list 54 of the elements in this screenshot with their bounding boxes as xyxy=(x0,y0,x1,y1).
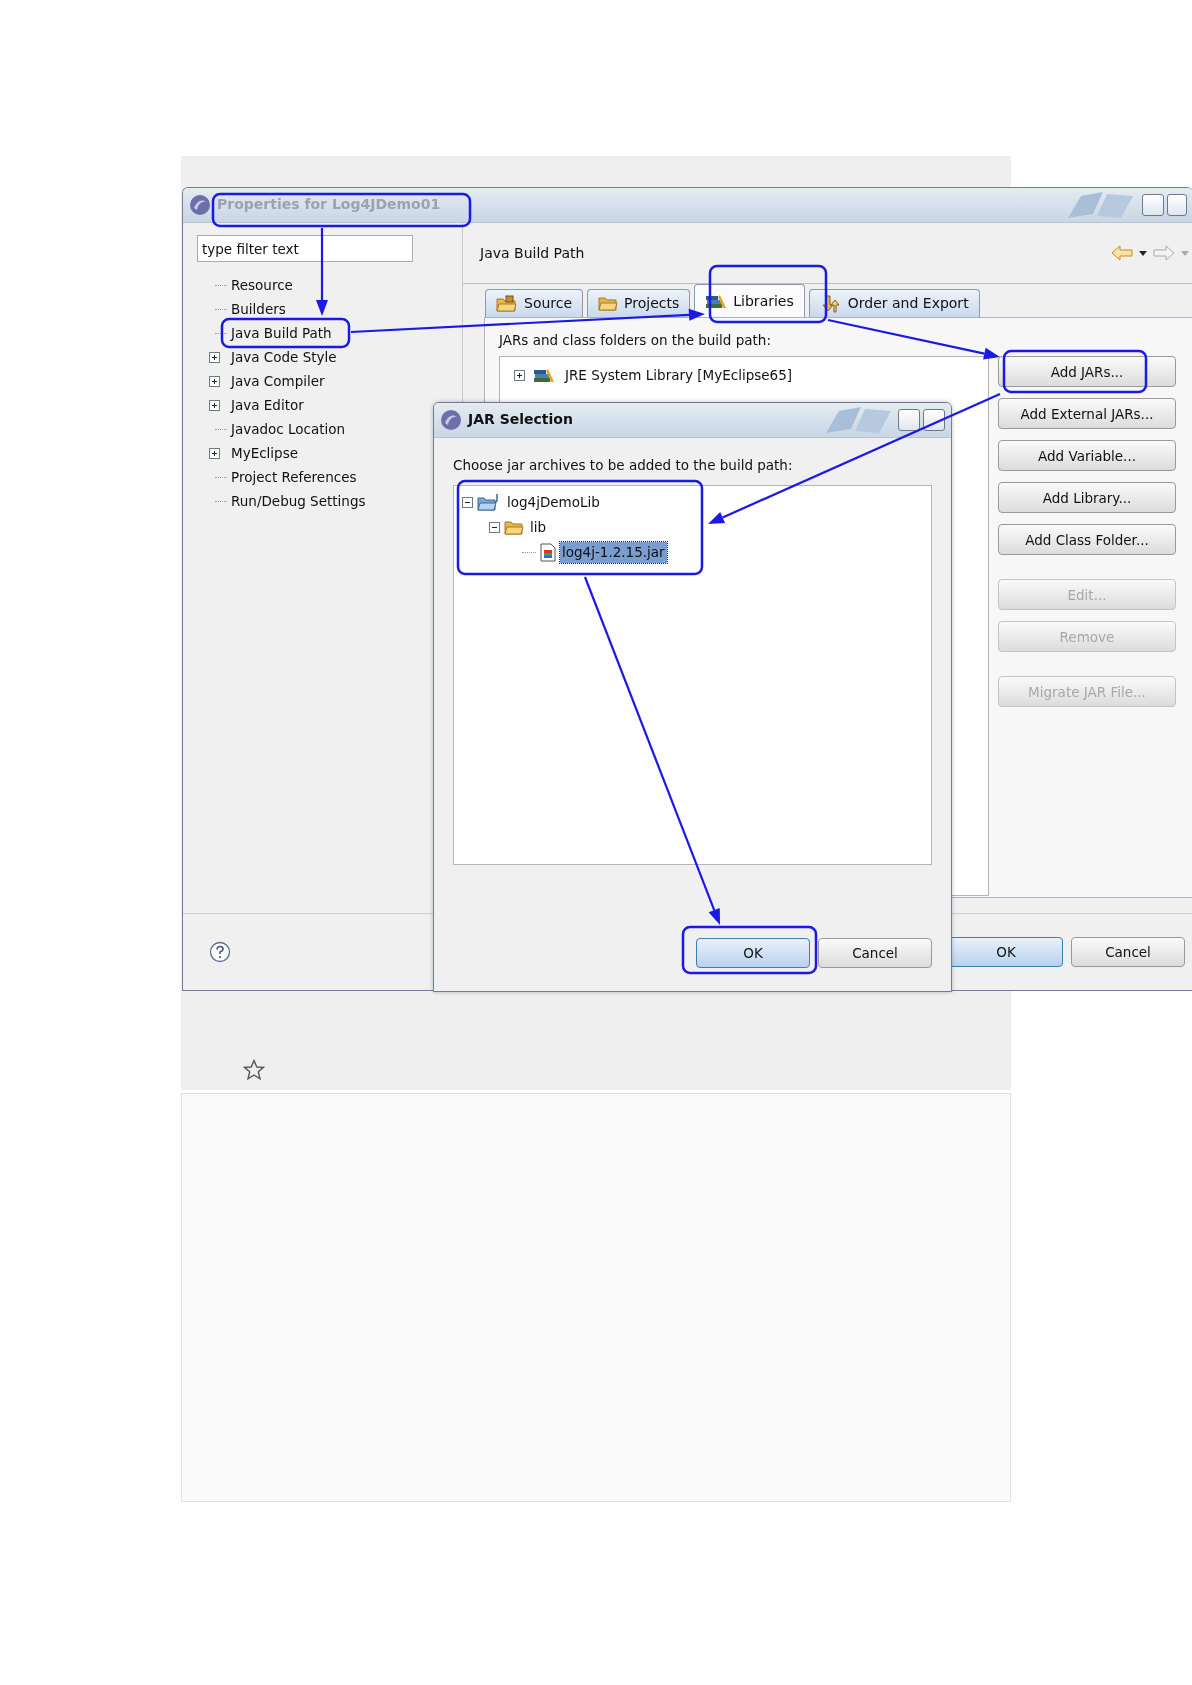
source-folder-icon xyxy=(496,294,518,313)
window-button[interactable] xyxy=(1142,194,1164,216)
window-button[interactable] xyxy=(898,409,920,431)
tree-item[interactable]: Java Build Path xyxy=(229,322,334,344)
tab[interactable]: Projects xyxy=(587,289,691,317)
expand-icon[interactable] xyxy=(514,369,525,381)
tree-item[interactable]: Resource xyxy=(229,274,295,296)
tree-item[interactable]: Project References xyxy=(229,466,359,488)
window-title: JAR Selection xyxy=(468,412,573,428)
dialog-button[interactable]: Cancel xyxy=(1071,937,1185,967)
tree-item[interactable]: log4jDemoLib xyxy=(505,492,602,513)
collapse-icon[interactable] xyxy=(462,497,473,508)
tree-item[interactable]: MyEclipse xyxy=(229,442,300,464)
list-label: JARs and class folders on the build path: xyxy=(499,331,771,350)
tab[interactable]: Order and Export xyxy=(808,289,980,317)
dialog-button[interactable]: Cancel xyxy=(818,938,932,968)
order-arrows-icon xyxy=(819,294,842,313)
tree-item[interactable]: Builders xyxy=(229,298,288,320)
expand-icon[interactable] xyxy=(209,399,220,411)
collapse-icon[interactable] xyxy=(489,522,500,533)
folder-icon xyxy=(598,295,619,312)
star-icon[interactable] xyxy=(243,1059,265,1081)
help-icon[interactable] xyxy=(209,941,231,963)
default-button[interactable]: OK xyxy=(696,938,810,968)
tree-item[interactable]: Run/Debug Settings xyxy=(229,490,368,512)
window-button[interactable] xyxy=(1167,194,1187,216)
tree-item[interactable]: Java Code Style xyxy=(229,346,339,368)
filter-field[interactable]: type filter text xyxy=(197,235,413,262)
folder-icon xyxy=(504,519,524,536)
caret-icon[interactable] xyxy=(1139,250,1147,256)
expand-icon[interactable] xyxy=(209,351,220,363)
tree-item[interactable]: lib xyxy=(528,517,549,538)
tab[interactable]: Libraries xyxy=(694,284,805,317)
jar-file-icon xyxy=(540,543,556,562)
expand-icon[interactable] xyxy=(209,447,220,459)
eclipse-logo-icon xyxy=(189,194,211,216)
tree-item[interactable]: Javadoc Location xyxy=(229,418,348,440)
page-title: Java Build Path xyxy=(480,243,585,263)
side-button[interactable]: Add JARs... xyxy=(998,356,1176,388)
side-button[interactable]: Add Library... xyxy=(998,482,1176,514)
expand-icon[interactable] xyxy=(209,375,220,387)
side-button[interactable]: Add Variable... xyxy=(998,440,1176,472)
eclipse-logo-icon xyxy=(440,409,462,431)
window-title: Properties for Log4JDemo01 xyxy=(217,197,441,213)
side-button[interactable]: Add Class Folder... xyxy=(998,524,1176,556)
tree-item[interactable]: Java Editor xyxy=(229,394,306,416)
list-item[interactable]: JRE System Library [MyEclipse65] xyxy=(563,365,795,386)
project-folder-icon xyxy=(477,493,501,512)
tab[interactable]: Source xyxy=(485,289,584,317)
default-button[interactable]: OK xyxy=(949,937,1063,967)
tree-item[interactable]: Java Compiler xyxy=(229,370,327,392)
tree-item[interactable]: log4j-1.2.15.jar xyxy=(560,542,667,563)
prompt-label: Choose jar archives to be added to the build path: xyxy=(453,456,794,475)
side-button[interactable]: Add External JARs... xyxy=(998,398,1176,430)
